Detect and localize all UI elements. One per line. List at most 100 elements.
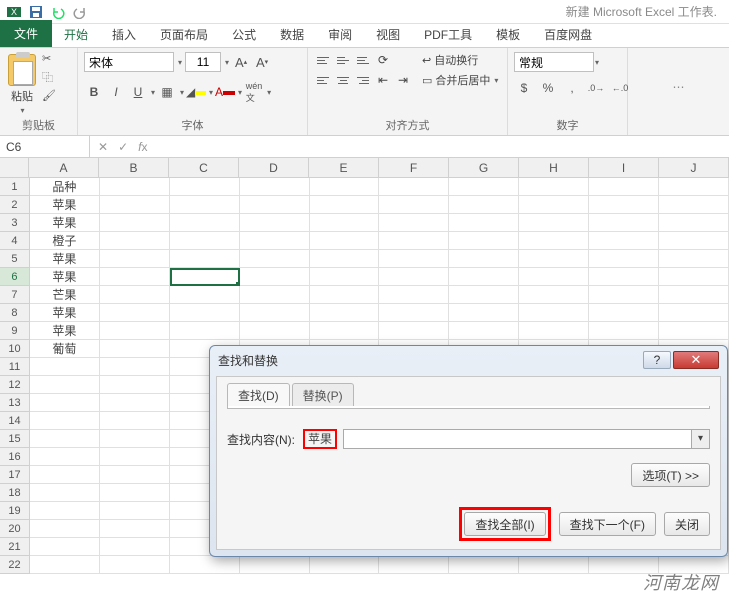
tab-data[interactable]: 数据 — [268, 22, 316, 47]
cell[interactable]: 苹果 — [30, 322, 100, 340]
cell[interactable] — [30, 466, 100, 484]
cell[interactable] — [100, 232, 170, 250]
cell[interactable] — [100, 412, 170, 430]
row-header[interactable]: 16 — [0, 448, 30, 466]
decrease-font-button[interactable]: A▾ — [253, 53, 271, 71]
row-header[interactable]: 20 — [0, 520, 30, 538]
chevron-down-icon[interactable]: ▾ — [595, 58, 599, 67]
cell[interactable] — [240, 556, 310, 574]
cell[interactable] — [30, 430, 100, 448]
row-header[interactable]: 15 — [0, 430, 30, 448]
cell[interactable] — [519, 232, 589, 250]
cell[interactable] — [310, 178, 380, 196]
row-header[interactable]: 9 — [0, 322, 30, 340]
row-header[interactable]: 6 — [0, 268, 30, 286]
row-header[interactable]: 18 — [0, 484, 30, 502]
cell[interactable]: 橙子 — [30, 232, 100, 250]
row-header[interactable]: 12 — [0, 376, 30, 394]
cell[interactable] — [100, 358, 170, 376]
increase-font-button[interactable]: A▴ — [232, 53, 250, 71]
cell[interactable] — [100, 520, 170, 538]
find-all-button[interactable]: 查找全部(I) — [464, 512, 545, 536]
italic-button[interactable]: I — [106, 82, 126, 102]
row-header[interactable]: 7 — [0, 286, 30, 304]
tab-page-layout[interactable]: 页面布局 — [148, 22, 220, 47]
paste-button[interactable]: 粘贴 ▾ — [6, 52, 38, 117]
fill-color-button[interactable]: ◢ — [186, 82, 206, 102]
cell[interactable] — [519, 178, 589, 196]
cell[interactable] — [170, 304, 240, 322]
column-header[interactable]: I — [589, 158, 659, 177]
find-dropdown-button[interactable]: ▾ — [692, 429, 710, 449]
cell[interactable] — [310, 268, 380, 286]
cell[interactable] — [379, 556, 449, 574]
cell[interactable] — [659, 268, 729, 286]
cell[interactable] — [30, 502, 100, 520]
cell[interactable] — [100, 502, 170, 520]
format-painter-icon[interactable]: 🖌 — [42, 89, 56, 102]
cell[interactable] — [100, 268, 170, 286]
row-header[interactable]: 19 — [0, 502, 30, 520]
cell[interactable] — [30, 358, 100, 376]
cell[interactable] — [100, 484, 170, 502]
cell[interactable] — [449, 178, 519, 196]
cell[interactable] — [519, 214, 589, 232]
cell[interactable] — [30, 484, 100, 502]
save-button[interactable] — [26, 3, 46, 21]
number-format-select[interactable] — [514, 52, 594, 72]
cell[interactable] — [170, 556, 240, 574]
formula-input[interactable] — [155, 136, 729, 157]
border-button[interactable]: ▦ — [157, 82, 177, 102]
cell[interactable] — [240, 196, 310, 214]
cell[interactable] — [379, 250, 449, 268]
cell[interactable] — [30, 412, 100, 430]
chevron-down-icon[interactable]: ▾ — [225, 58, 229, 67]
cell[interactable]: 品种 — [30, 178, 100, 196]
row-header[interactable]: 14 — [0, 412, 30, 430]
cell[interactable] — [240, 232, 310, 250]
cell[interactable] — [449, 196, 519, 214]
align-bottom-button[interactable] — [354, 52, 372, 68]
decrease-decimal-button[interactable]: ←.0 — [610, 78, 630, 98]
cell[interactable] — [379, 196, 449, 214]
comma-button[interactable]: , — [562, 78, 582, 98]
cell[interactable] — [100, 430, 170, 448]
cell[interactable] — [449, 286, 519, 304]
cell[interactable] — [659, 232, 729, 250]
cell[interactable] — [100, 538, 170, 556]
tab-find[interactable]: 查找(D) — [227, 383, 290, 407]
tab-insert[interactable]: 插入 — [100, 22, 148, 47]
cell[interactable] — [659, 304, 729, 322]
tab-formulas[interactable]: 公式 — [220, 22, 268, 47]
tab-view[interactable]: 视图 — [364, 22, 412, 47]
tab-file[interactable]: 文件 — [0, 20, 52, 47]
font-color-button[interactable]: A — [215, 82, 235, 102]
cell[interactable] — [310, 250, 380, 268]
align-left-button[interactable] — [314, 72, 332, 88]
column-header[interactable]: B — [99, 158, 169, 177]
cell[interactable] — [589, 322, 659, 340]
cell[interactable] — [240, 286, 310, 304]
cell[interactable] — [379, 304, 449, 322]
chevron-down-icon[interactable]: ▾ — [180, 88, 184, 97]
chevron-down-icon[interactable]: ▾ — [178, 58, 182, 67]
cell[interactable] — [310, 286, 380, 304]
row-header[interactable]: 2 — [0, 196, 30, 214]
cell[interactable] — [100, 448, 170, 466]
cell[interactable] — [170, 250, 240, 268]
cell[interactable] — [30, 538, 100, 556]
redo-button[interactable] — [70, 3, 90, 21]
dialog-help-button[interactable]: ? — [643, 351, 671, 369]
bold-button[interactable]: B — [84, 82, 104, 102]
cell[interactable] — [589, 304, 659, 322]
cell[interactable] — [589, 178, 659, 196]
cell[interactable] — [100, 304, 170, 322]
cell[interactable] — [379, 214, 449, 232]
cell[interactable] — [240, 322, 310, 340]
cell[interactable] — [659, 196, 729, 214]
close-button[interactable]: 关闭 — [664, 512, 710, 536]
cell[interactable] — [100, 196, 170, 214]
cell[interactable] — [519, 250, 589, 268]
cell[interactable] — [100, 286, 170, 304]
cell[interactable] — [100, 466, 170, 484]
